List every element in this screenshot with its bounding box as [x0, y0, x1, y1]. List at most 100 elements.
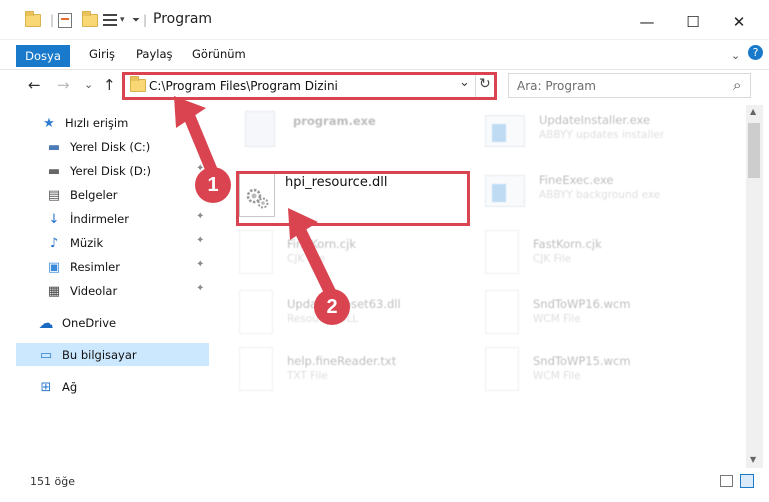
refresh-button[interactable]: ↻: [479, 76, 491, 92]
tab-file[interactable]: Dosya: [16, 45, 70, 67]
file-item[interactable]: FineKorn.cjk CJK File: [239, 230, 439, 280]
sidebar-item-label: Müzik: [70, 236, 104, 250]
large-icons-view-icon[interactable]: [740, 474, 754, 488]
sidebar-item-label: Bu bilgisayar: [62, 348, 137, 362]
new-folder-icon[interactable]: [82, 10, 98, 30]
sidebar-item-this-pc[interactable]: ▭ Bu bilgisayar: [38, 344, 137, 366]
file-item-hpi-resource[interactable]: hpi_resource.dll: [239, 173, 459, 223]
ribbon: Dosya Giriş Paylaş Görünüm ⌄ ?: [0, 40, 769, 70]
minimize-button[interactable]: —: [632, 12, 662, 32]
file-item[interactable]: SndToWP15.wcm WCM File: [485, 347, 725, 397]
tab-home[interactable]: Giriş: [89, 47, 115, 61]
sidebar-item-disk-d[interactable]: ▬ Yerel Disk (D:): [46, 160, 151, 182]
back-button[interactable]: ←: [28, 76, 41, 94]
file-item[interactable]: SndToWP16.wcm WCM File: [485, 290, 725, 340]
music-icon: ♪: [49, 235, 59, 251]
file-icon: [485, 290, 519, 334]
file-type: TXT File: [287, 370, 328, 382]
file-icon: [239, 230, 273, 274]
properties-icon[interactable]: [58, 10, 72, 30]
address-dropdown-icon[interactable]: ⌄: [459, 75, 470, 90]
folder-icon: [130, 76, 146, 92]
pin-icon[interactable]: ✦: [196, 211, 204, 222]
sidebar-item-downloads[interactable]: ↓ İndirmeler: [46, 208, 129, 230]
file-type: CJK File: [533, 253, 572, 265]
details-view-icon[interactable]: [720, 475, 733, 487]
address-path[interactable]: C:\Program Files\Program Dizini: [149, 79, 338, 93]
separator: [475, 73, 476, 98]
sidebar-item-label: Hızlı erişim: [65, 116, 129, 130]
downloads-icon: ↓: [48, 211, 60, 227]
drive-icon: ▬: [47, 139, 61, 155]
navigation-pane: ★ Hızlı erişim ▬ Yerel Disk (C:) ▬ Yerel…: [0, 105, 212, 465]
sidebar-item-disk-c[interactable]: ▬ Yerel Disk (C:): [46, 136, 150, 158]
sidebar-item-pictures[interactable]: ▣ Resimler: [46, 256, 120, 278]
sidebar-item-onedrive[interactable]: ☁ OneDrive: [38, 312, 117, 334]
tab-view[interactable]: Görünüm: [192, 47, 246, 61]
file-type: CJK File: [287, 253, 326, 265]
pin-icon[interactable]: ✦: [196, 259, 204, 270]
scroll-down-icon[interactable]: ▼: [750, 455, 756, 464]
ribbon-expand-icon[interactable]: ⌄: [731, 49, 740, 62]
pin-icon[interactable]: ✦: [196, 235, 204, 246]
sidebar-item-documents[interactable]: ▤ Belgeler: [46, 184, 118, 206]
file-item[interactable]: UpdateInstaller.exe ABBYY updates instal…: [485, 111, 725, 161]
maximize-button[interactable]: ☐: [678, 12, 708, 32]
sidebar-item-label: Yerel Disk (C:): [70, 140, 151, 154]
file-item[interactable]: FineExec.exe ABBYY background exe: [485, 171, 725, 221]
sidebar-item-network[interactable]: ⊞ Ağ: [38, 376, 78, 398]
file-name: FineExec.exe: [539, 173, 614, 187]
sidebar-item-label: Videolar: [70, 284, 118, 298]
file-type: WCM File: [533, 313, 581, 325]
title-bar: | ▾ ⏷ | Program — ☐ ✕: [0, 0, 769, 40]
file-name: program.exe: [293, 114, 376, 128]
forward-button[interactable]: →: [57, 76, 70, 94]
network-icon: ⊞: [40, 379, 52, 395]
file-item[interactable]: FastKorn.cjk CJK File: [485, 230, 725, 280]
sidebar-item-label: Belgeler: [70, 188, 118, 202]
sidebar-item-music[interactable]: ♪ Müzik: [46, 232, 103, 254]
search-icon[interactable]: ⌕: [733, 76, 741, 94]
chevron-down-icon[interactable]: ▾: [120, 10, 125, 30]
file-name: hpi_resource.dll: [285, 175, 388, 190]
customize-toolbar-icon[interactable]: [103, 10, 117, 30]
sidebar-item-label: Resimler: [70, 260, 120, 274]
text-file-icon: [239, 347, 273, 391]
item-count: 151 öğe: [30, 475, 75, 488]
sidebar-item-label: Yerel Disk (D:): [70, 164, 152, 178]
app-icon: [485, 175, 525, 207]
star-icon: ★: [43, 115, 55, 131]
pin-icon[interactable]: ✦: [196, 283, 204, 294]
search-field[interactable]: Ara: Program ⌕: [508, 73, 751, 98]
onedrive-icon: ☁: [38, 314, 54, 332]
videos-icon: ▦: [47, 283, 61, 299]
file-type: ABBYY background exe: [539, 189, 661, 201]
recent-locations-button[interactable]: ⌄: [84, 78, 93, 91]
tab-share[interactable]: Paylaş: [136, 47, 173, 61]
search-placeholder: Ara: Program: [517, 79, 596, 93]
dll-gear-icon: [239, 290, 273, 334]
callout-badge-1: 1: [195, 167, 231, 203]
window-title: Program: [153, 11, 213, 27]
sidebar-item-quick-access[interactable]: ★ Hızlı erişim: [41, 112, 128, 134]
file-name: FastKorn.cjk: [533, 237, 602, 251]
file-name: help.fineReader.txt: [287, 354, 397, 368]
close-button[interactable]: ✕: [724, 12, 754, 32]
sidebar-item-videos[interactable]: ▦ Videolar: [46, 280, 117, 302]
scrollbar-thumb[interactable]: [748, 123, 760, 178]
file-name: UpdateInstaller.exe: [539, 113, 651, 127]
file-item[interactable]: program.exe: [245, 111, 445, 161]
file-item[interactable]: help.fineReader.txt TXT File: [239, 347, 439, 397]
vertical-scrollbar[interactable]: ▲ ▼: [746, 105, 763, 468]
separator: |: [50, 13, 55, 27]
file-icon: [485, 347, 519, 391]
exe-icon: [245, 111, 275, 147]
app-icon: [485, 115, 525, 147]
qat-dropdown-icon[interactable]: ⏷: [132, 10, 140, 30]
help-icon[interactable]: ?: [748, 45, 763, 60]
scroll-up-icon[interactable]: ▲: [750, 107, 756, 116]
pictures-icon: ▣: [47, 259, 61, 275]
address-bar[interactable]: C:\Program Files\Program Dizini ⌄ ↻: [122, 72, 496, 99]
file-name: FineKorn.cjk: [287, 237, 356, 251]
up-button[interactable]: ↑: [103, 76, 116, 94]
